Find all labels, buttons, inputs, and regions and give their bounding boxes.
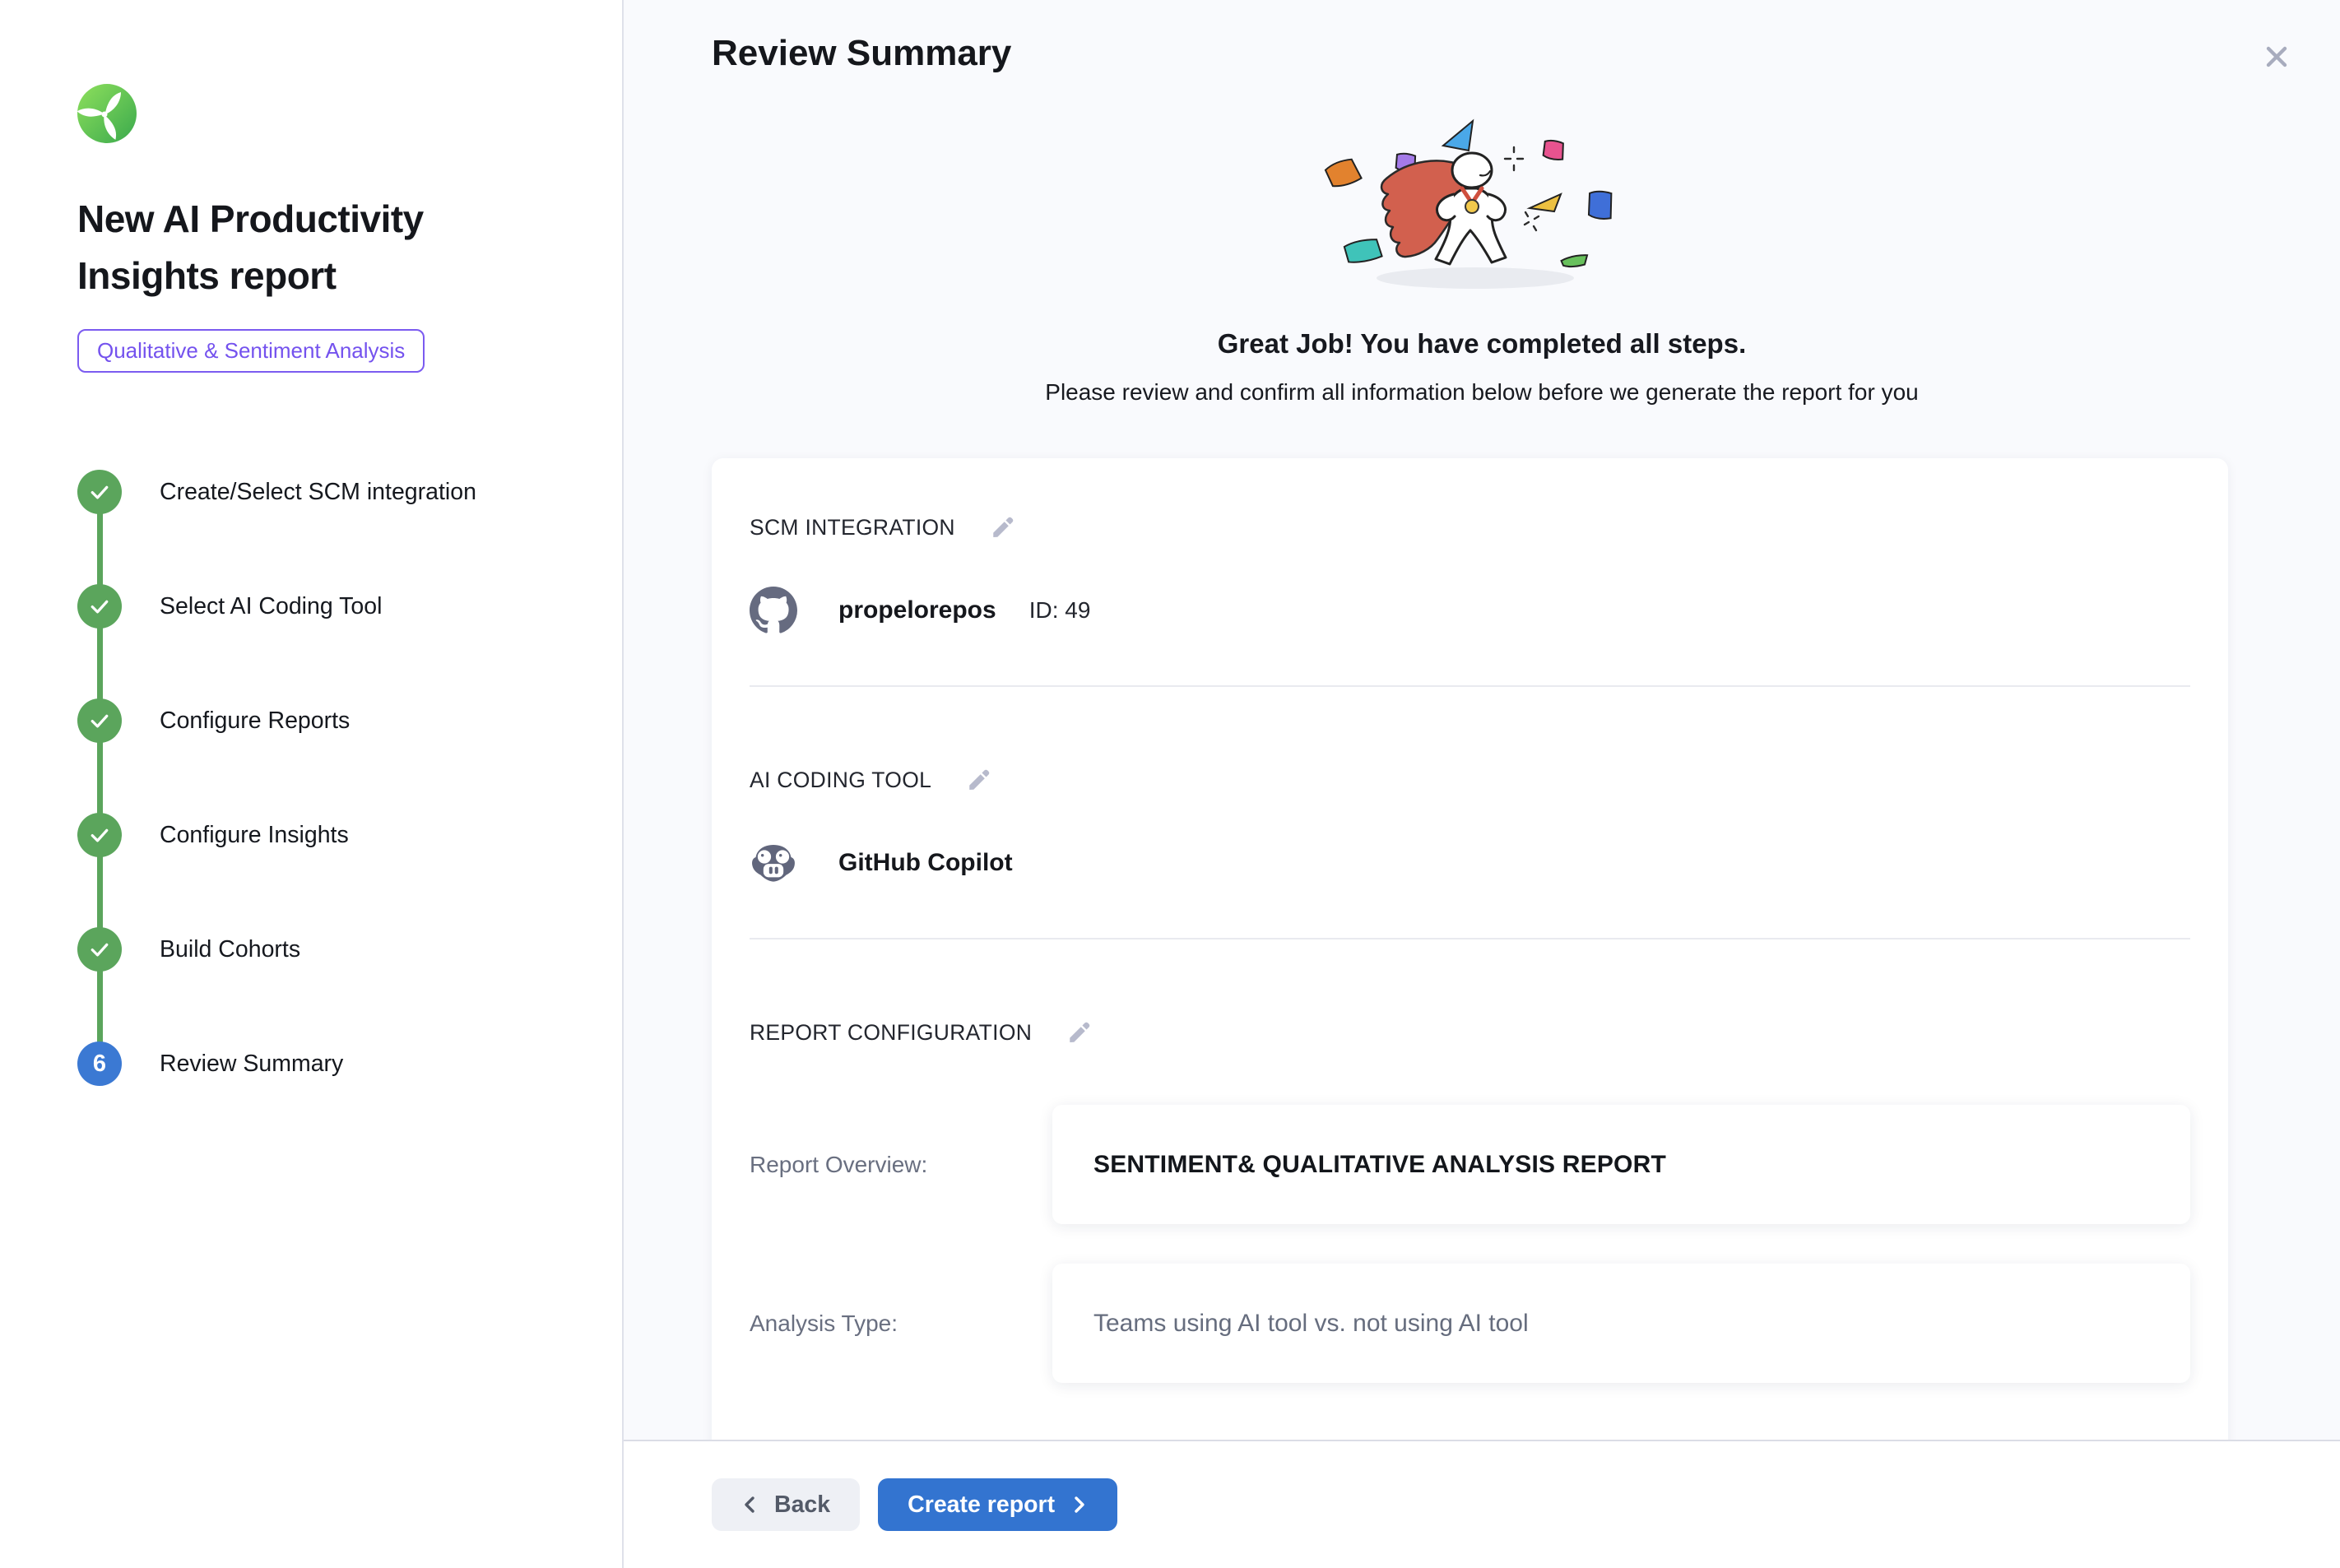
github-icon	[750, 587, 797, 634]
report-wizard-title: New AI Productivity Insights report	[77, 191, 522, 304]
step-label: Create/Select SCM integration	[160, 479, 476, 506]
congrats-heading: Great Job! You have completed all steps.	[1218, 328, 1746, 360]
step-label: Configure Insights	[160, 822, 349, 849]
chevron-right-icon	[1070, 1496, 1088, 1514]
step-configure-reports[interactable]: Configure Reports	[77, 698, 589, 743]
ai-coding-tool-row: GitHub Copilot	[750, 839, 2190, 887]
analysis-type-value: Teams using AI tool vs. not using AI too…	[1052, 1264, 2190, 1383]
section-divider	[750, 685, 2190, 687]
wizard-footer: Back Create report	[624, 1440, 2340, 1568]
report-overview-label: Report Overview:	[750, 1152, 1052, 1178]
ai-coding-tool-label: AI CODING TOOL	[750, 768, 931, 793]
check-icon	[77, 927, 122, 972]
superhero-confetti-illustration	[1301, 109, 1663, 299]
congrats-subheading: Please review and confirm all informatio…	[1045, 379, 1918, 406]
check-icon	[77, 584, 122, 629]
wizard-sidebar: New AI Productivity Insights report Qual…	[0, 0, 624, 1568]
report-overview-value: SENTIMENT& QUALITATIVE ANALYSIS REPORT	[1052, 1105, 2190, 1224]
step-number-badge: 6	[77, 1041, 122, 1086]
panel-content: Great Job! You have completed all steps.…	[624, 83, 2340, 1440]
report-overview-row: Report Overview: SENTIMENT& QUALITATIVE …	[750, 1105, 2190, 1224]
edit-pencil-icon[interactable]	[964, 765, 994, 795]
summary-card: SCM INTEGRATION propelorepos ID: 49 AI C…	[712, 458, 2228, 1440]
step-create-select-scm-integration[interactable]: Create/Select SCM integration	[77, 470, 589, 514]
check-icon	[77, 698, 122, 743]
analysis-type-badge: Qualitative & Sentiment Analysis	[77, 329, 425, 373]
scm-integration-id: ID: 49	[1029, 597, 1091, 624]
step-select-ai-coding-tool[interactable]: Select AI Coding Tool	[77, 584, 589, 629]
check-icon	[77, 813, 122, 857]
back-button-label: Back	[774, 1491, 830, 1519]
step-review-summary[interactable]: 6 Review Summary	[77, 1041, 589, 1086]
ai-coding-tool-name: GitHub Copilot	[838, 849, 1013, 877]
edit-pencil-icon[interactable]	[988, 513, 1018, 542]
scm-integration-label: SCM INTEGRATION	[750, 515, 955, 540]
scm-integration-row: propelorepos ID: 49	[750, 587, 2190, 634]
wizard-stepper: Create/Select SCM integration Select AI …	[77, 470, 589, 1086]
celebration-hero: Great Job! You have completed all steps.…	[624, 83, 2340, 406]
step-label: Select AI Coding Tool	[160, 593, 382, 620]
step-label: Build Cohorts	[160, 936, 300, 963]
panel-header: Review Summary	[624, 0, 2340, 83]
back-button[interactable]: Back	[712, 1478, 860, 1531]
create-report-button[interactable]: Create report	[878, 1478, 1117, 1531]
analysis-type-label: Analysis Type:	[750, 1311, 1052, 1337]
close-icon[interactable]	[2253, 33, 2301, 83]
analysis-type-row: Analysis Type: Teams using AI tool vs. n…	[750, 1264, 2190, 1383]
step-label: Review Summary	[160, 1051, 343, 1078]
page-title: Review Summary	[712, 33, 1011, 74]
propeller-logo-icon	[77, 84, 137, 143]
create-report-button-label: Create report	[908, 1491, 1055, 1519]
step-configure-insights[interactable]: Configure Insights	[77, 813, 589, 857]
step-build-cohorts[interactable]: Build Cohorts	[77, 927, 589, 972]
review-summary-panel: Review Summary	[624, 0, 2340, 1568]
report-configuration-label: REPORT CONFIGURATION	[750, 1020, 1032, 1046]
scm-integration-name: propelorepos	[838, 596, 996, 624]
section-divider	[750, 938, 2190, 939]
step-label: Configure Reports	[160, 707, 350, 735]
github-copilot-icon	[750, 839, 797, 887]
check-icon	[77, 470, 122, 514]
chevron-left-icon	[741, 1496, 759, 1514]
edit-pencil-icon[interactable]	[1065, 1018, 1094, 1047]
